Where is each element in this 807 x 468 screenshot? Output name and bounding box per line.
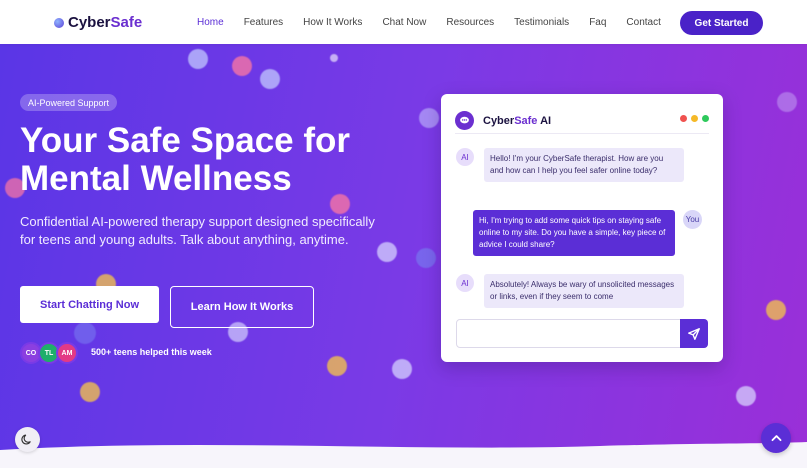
window-dot-yellow[interactable] [691,115,698,122]
ai-avatar: AI [456,148,474,166]
decor-bubble [327,356,347,376]
send-button[interactable] [680,319,708,348]
message-bubble: Absolutely! Always be wary of unsolicite… [484,274,684,308]
send-icon [688,327,700,340]
decor-bubble [419,108,439,128]
navbar: Cyber Safe Home Features How It Works Cha… [0,0,807,44]
start-chatting-button[interactable]: Start Chatting Now [20,286,159,323]
user-avatars: CO TL AM [20,342,78,364]
decor-bubble [736,386,756,406]
message-bubble: Hello! I'm your CyberSafe therapist. How… [484,148,684,182]
window-controls [680,115,709,122]
brain-icon [54,17,64,28]
chat-message-ai: AI Hello! I'm your CyberSafe therapist. … [456,148,684,182]
chevron-up-icon [771,434,781,441]
moon-icon [21,434,31,445]
decor-bubble [80,382,100,402]
nav-link-home[interactable]: Home [197,17,224,28]
learn-how-it-works-button[interactable]: Learn How It Works [170,286,314,328]
ai-powered-badge: AI-Powered Support [20,94,118,111]
nav-link-resources[interactable]: Resources [446,17,494,28]
avatar: AM [56,342,78,364]
message-bubble: Hi, I'm trying to add some quick tips on… [473,210,675,256]
brand-name-part2: Safe [110,14,143,31]
chat-preview-card: CyberSafe AI AI Hello! I'm your CyberSaf… [441,94,723,362]
chat-input-wrapper [456,319,708,348]
hero-title: Your Safe Space for Mental Wellness [20,122,400,198]
decor-bubble [330,54,338,62]
window-dot-red[interactable] [680,115,687,122]
decor-bubble [232,56,252,76]
chat-title: CyberSafe AI [483,115,551,127]
decor-bubble [74,322,96,344]
scroll-to-top-button[interactable] [761,423,791,453]
chat-title-ai: AI [540,114,552,127]
hero-wave-divider [0,442,807,468]
decor-bubble [416,248,436,268]
chat-message-user: Hi, I'm trying to add some quick tips on… [473,210,702,256]
chat-bubble-icon [455,111,474,130]
brand-name-part1: Cyber [68,14,111,31]
hero-title-line2: Mental Wellness [20,159,292,198]
brand-logo[interactable]: Cyber Safe [54,14,142,31]
chat-message-ai: AI Absolutely! Always be wary of unsolic… [456,274,684,308]
decor-bubble [260,69,280,89]
ai-avatar: AI [456,274,474,292]
nav-link-contact[interactable]: Contact [626,17,660,28]
decor-bubble [777,92,797,112]
get-started-button[interactable]: Get Started [680,11,763,35]
chat-title-brand: CyberSafe [483,114,538,127]
decor-bubble [766,300,786,320]
chat-header: CyberSafe AI [455,108,709,134]
decor-bubble [377,242,397,262]
chat-input[interactable] [457,320,681,347]
hero-title-line1: Your Safe Space for [20,121,351,160]
window-dot-green[interactable] [702,115,709,122]
decor-bubble [392,359,412,379]
nav-link-faq[interactable]: Faq [589,17,606,28]
hero-subtitle: Confidential AI-powered therapy support … [20,214,375,247]
nav-link-testimonials[interactable]: Testimonials [514,17,569,28]
theme-toggle-button[interactable] [15,427,40,452]
nav-link-chat-now[interactable]: Chat Now [382,17,426,28]
decor-bubble [188,49,208,69]
nav-links: Home Features How It Works Chat Now Reso… [197,17,681,28]
helped-count-text: 500+ teens helped this week [91,347,212,357]
nav-link-features[interactable]: Features [244,17,283,28]
nav-link-how-it-works[interactable]: How It Works [303,17,362,28]
user-avatar: You [683,210,702,229]
